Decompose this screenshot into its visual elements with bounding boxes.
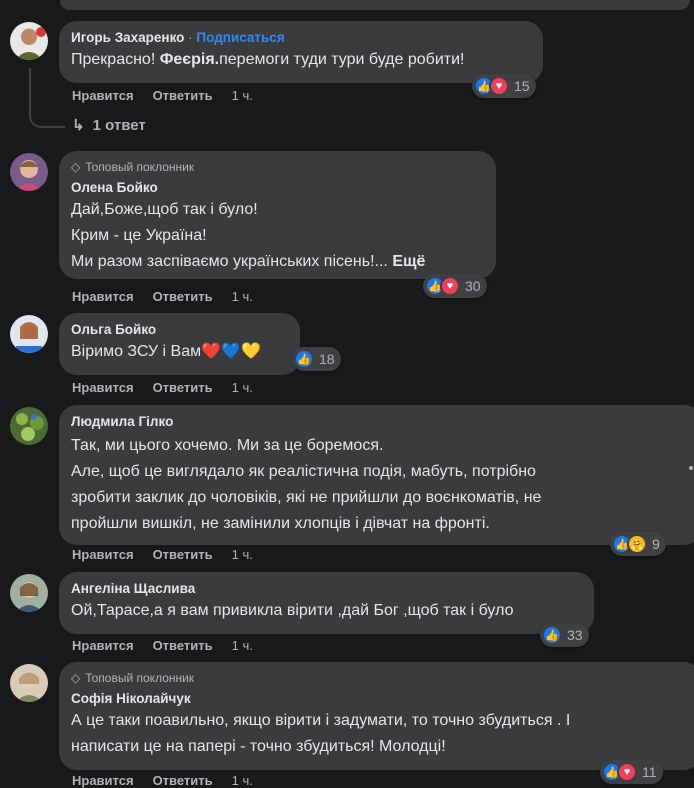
timestamp[interactable]: 1 ч. (232, 289, 253, 304)
like-button[interactable]: Нравится (72, 380, 134, 395)
comment-actions: Нравится Ответить 1 ч. (72, 289, 253, 304)
like-button[interactable]: Нравится (72, 547, 134, 562)
reaction-summary[interactable]: 👍 18 (292, 347, 341, 371)
comment-author[interactable]: Игорь Захаренко (71, 30, 184, 45)
like-icon: 👍 (294, 349, 314, 369)
comment-author[interactable]: Ангеліна Щаслива (71, 580, 582, 598)
heart-emoji-group: ❤️💙💛 (201, 343, 261, 360)
reaction-summary[interactable]: 👍 ♥ 15 (472, 74, 536, 98)
avatar[interactable] (10, 407, 48, 445)
love-icon: ♥ (489, 76, 509, 96)
timestamp[interactable]: 1 ч. (232, 380, 253, 395)
comment-actions: Нравится Ответить 1 ч. (72, 638, 253, 653)
comment-text: Віримо ЗСУ і Вам❤️💙💛 (71, 343, 261, 360)
comment-author[interactable]: Софія Ніколайчук (71, 690, 690, 708)
comment-bubble: Ольга Бойко Віримо ЗСУ і Вам❤️💙💛 (59, 313, 300, 375)
follow-link[interactable]: Подписаться (196, 30, 284, 45)
avatar-image (15, 27, 46, 60)
comment-bubble: Игорь Захаренко · Подписаться Прекрасно!… (59, 21, 543, 83)
love-icon: ♥ (440, 276, 460, 296)
avatar-image (16, 160, 42, 191)
top-fan-badge: ◇ Топовый поклонник (71, 160, 195, 174)
avatar-image (16, 582, 42, 612)
see-more-link[interactable]: Ещё (392, 253, 425, 270)
reaction-summary[interactable]: 👍 ♥ 11 (600, 760, 663, 784)
diamond-icon: ◇ (71, 671, 81, 685)
avatar[interactable] (10, 153, 48, 191)
reaction-count: 33 (567, 627, 583, 643)
comment-text: А це таки поавильно, якщо вірити і задум… (71, 712, 571, 755)
avatar-image (16, 672, 42, 702)
reaction-count: 18 (319, 351, 335, 367)
care-icon: 🤗 (627, 534, 647, 554)
avatar[interactable] (10, 315, 48, 353)
comment-author[interactable]: Людмила Гілко (71, 413, 690, 431)
top-fan-badge: ◇ Топовый поклонник (71, 671, 195, 685)
comment-actions: Нравится Ответить 1 ч. (72, 380, 253, 395)
comment-text: Дай,Боже,щоб так і було! Крим - це Украї… (71, 201, 426, 270)
avatar[interactable] (10, 22, 48, 60)
comment-bubble: Людмила Гілко Так, ми цього хочемо. Ми з… (59, 405, 694, 545)
comment-author-line: Игорь Захаренко · Подписаться (71, 29, 531, 47)
view-replies-label: 1 ответ (92, 116, 146, 134)
avatar-image (16, 413, 44, 441)
reply-arrow-icon: ↳ (72, 117, 85, 134)
comment-bubble: Ангеліна Щаслива Ой,Тарасе,а я вам приви… (59, 572, 594, 634)
reaction-summary[interactable]: 👍 🤗 9 (610, 532, 666, 556)
diamond-icon: ◇ (71, 160, 81, 174)
scrollbar-thumb[interactable] (689, 466, 693, 470)
like-button[interactable]: Нравится (72, 638, 134, 653)
comment-author[interactable]: Ольга Бойко (71, 321, 288, 339)
reaction-summary[interactable]: 👍 ♥ 30 (423, 274, 487, 298)
reaction-summary[interactable]: 👍 33 (540, 623, 589, 647)
love-icon: ♥ (617, 762, 637, 782)
like-icon: 👍 (542, 625, 562, 645)
reply-button[interactable]: Ответить (153, 289, 213, 304)
timestamp[interactable]: 1 ч. (232, 638, 253, 653)
reply-button[interactable]: Ответить (153, 547, 213, 562)
reply-button[interactable]: Ответить (153, 380, 213, 395)
thread-connector (29, 68, 65, 128)
comment-text: Прекрасно! Феєрія.перемоги туди тури буд… (71, 51, 465, 68)
comment-author[interactable]: Олена Бойко (71, 179, 484, 197)
avatar[interactable] (10, 664, 48, 702)
avatar-image (16, 322, 42, 353)
comment-text: Так, ми цього хочемо. Ми за це боремося.… (71, 437, 542, 532)
reaction-count: 9 (652, 536, 660, 552)
reaction-count: 11 (642, 764, 657, 780)
view-replies-link[interactable]: ↳ 1 ответ (72, 116, 146, 135)
reply-button[interactable]: Ответить (153, 638, 213, 653)
timestamp[interactable]: 1 ч. (232, 547, 253, 562)
previous-comment-bubble-edge (60, 0, 690, 10)
timestamp[interactable]: 1 ч. (232, 88, 253, 103)
like-button[interactable]: Нравится (72, 88, 134, 103)
comment-bubble: ◇ Топовый поклонник Софія Ніколайчук А це… (59, 662, 694, 770)
reaction-count: 15 (514, 78, 530, 94)
comment-actions: Нравится Ответить 1 ч. (72, 88, 253, 103)
comment-actions: Нравится Ответить 1 ч. (72, 547, 253, 562)
comment-text: Ой,Тарасе,а я вам привикла вірити ,дай Б… (71, 602, 514, 619)
reaction-count: 30 (465, 278, 481, 294)
like-button[interactable]: Нравится (72, 289, 134, 304)
reply-button[interactable]: Ответить (153, 88, 213, 103)
avatar[interactable] (10, 574, 48, 612)
comment-bubble: ◇ Топовый поклонник Олена Бойко Дай,Боже,… (59, 151, 496, 279)
